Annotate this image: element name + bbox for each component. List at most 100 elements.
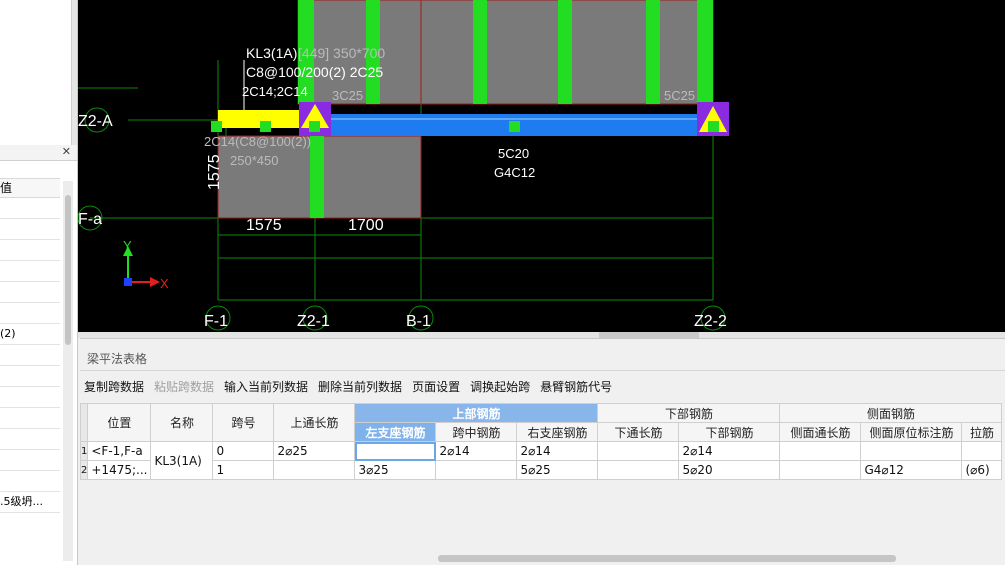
rebar-label-cantilever: 2C14(C8@100(2))	[204, 134, 311, 149]
table-toolbar: 复制跨数据 粘贴跨数据 输入当前列数据 删除当前列数据 页面设置 调换起始跨 悬臂钢筋代号	[80, 373, 622, 399]
col-header-bottom[interactable]: 下部钢筋	[678, 422, 781, 442]
col-header-bottom-through[interactable]: 下通长筋	[597, 422, 680, 442]
rebar-label-right-top: 5C25	[664, 88, 695, 103]
ucs-y-label: Y	[123, 238, 132, 253]
cell-bottom[interactable]: 2⌀14	[678, 441, 781, 461]
property-row[interactable]	[0, 429, 60, 450]
ucs-x-label: X	[160, 276, 169, 291]
col-header-side-through[interactable]: 侧面通长筋	[779, 422, 862, 442]
scroll-thumb[interactable]	[65, 195, 71, 345]
property-row[interactable]	[0, 261, 60, 282]
axis-label-z22: Z2-2	[694, 313, 727, 330]
panel-divider[interactable]	[71, 0, 77, 145]
grip-point[interactable]	[708, 121, 719, 132]
toolbar-button-0[interactable]: 复制跨数据	[84, 378, 144, 395]
grip-point[interactable]	[260, 121, 271, 132]
property-row[interactable]	[0, 387, 60, 408]
beam-table-panel: 梁平法表格 复制跨数据 粘贴跨数据 输入当前列数据 删除当前列数据 页面设置 调换起始跨悬…	[79, 338, 1005, 565]
row-number[interactable]: 1	[79, 441, 89, 461]
dimension-text-vertical: 1575	[206, 154, 223, 190]
property-row[interactable]	[0, 219, 60, 240]
cell-side-orig[interactable]: G4⌀12	[860, 460, 963, 480]
toolbar-button-2[interactable]: 输入当前列数据	[224, 378, 308, 395]
col-header-side-orig[interactable]: 侧面原位标注筋	[860, 422, 963, 442]
cell-bottom[interactable]: 5⌀20	[678, 460, 781, 480]
col-header-tie[interactable]: 拉筋	[961, 422, 1003, 442]
property-row[interactable]: .5级坍...	[0, 492, 60, 513]
cell-position[interactable]: +1475;...	[87, 460, 152, 480]
property-row[interactable]	[0, 471, 60, 492]
grip-point[interactable]	[211, 121, 222, 132]
cell-bottom-through[interactable]	[597, 460, 680, 480]
cell-left-support[interactable]	[354, 441, 437, 461]
column-strip	[310, 136, 324, 218]
app-window: ✕ 值 (2) .5级坍... KL3(1A) [449] 350*700 C8…	[0, 0, 1005, 565]
cad-drawing-canvas[interactable]: KL3(1A) [449] 350*700 C8@100/200(2) 2C25…	[78, 0, 1005, 332]
beam-label-stirrup: C8@100/200(2) 2C25	[246, 64, 383, 80]
beam-label-name: KL3(1A)	[246, 45, 297, 61]
property-row[interactable]	[0, 345, 60, 366]
cell-span[interactable]: 0	[212, 441, 275, 461]
axis-label-f1: F-1	[204, 313, 228, 330]
cell-position[interactable]: <F-1,F-a	[87, 441, 152, 461]
toolbar-button-1[interactable]: 粘贴跨数据	[154, 378, 214, 395]
cell-mid[interactable]	[435, 460, 518, 480]
toolbar-button-4[interactable]: 页面设置	[412, 378, 460, 395]
cell-right-support[interactable]: 2⌀14	[516, 441, 599, 461]
cell-mid[interactable]: 2⌀14	[435, 441, 518, 461]
table-row[interactable]: 2 +1475;... 1 3⌀25 5⌀25 5⌀20 G4⌀12 (⌀6)	[79, 460, 1003, 480]
column-strip	[473, 0, 487, 104]
property-value-column-header: 值	[0, 178, 60, 198]
row-number-header	[79, 403, 89, 442]
property-row[interactable]	[0, 282, 60, 303]
col-header-top-through[interactable]: 上通长筋	[273, 403, 356, 442]
group-header-bottom-rebar[interactable]: 下部钢筋	[597, 403, 781, 423]
property-panel-header: ✕	[0, 145, 77, 161]
toolbar-button-3[interactable]: 删除当前列数据	[318, 378, 402, 395]
property-row[interactable]: (2)	[0, 324, 60, 345]
rebar-label-bottom: 5C20	[498, 146, 529, 161]
row-number[interactable]: 2	[79, 460, 89, 480]
cell-span[interactable]: 1	[212, 460, 275, 480]
close-icon[interactable]: ✕	[62, 145, 71, 158]
table-horizontal-scrollbar[interactable]	[438, 555, 896, 562]
cell-top-through[interactable]: 2⌀25	[273, 441, 356, 461]
cell-right-support[interactable]: 5⌀25	[516, 460, 599, 480]
rebar-label-left-top: 3C25	[332, 88, 363, 103]
column-strip	[646, 0, 660, 104]
cell-bottom-through[interactable]	[597, 441, 680, 461]
property-row[interactable]	[0, 366, 60, 387]
cell-tie[interactable]	[961, 441, 1003, 461]
property-row[interactable]	[0, 408, 60, 429]
table-row[interactable]: 1 <F-1,F-a KL3(1A) 0 2⌀25 2⌀14 2⌀14 2⌀14	[79, 441, 1003, 480]
col-header-position[interactable]: 位置	[87, 403, 152, 442]
col-header-span[interactable]: 跨号	[212, 403, 275, 442]
cell-side-through[interactable]	[779, 460, 862, 480]
cell-top-through[interactable]	[273, 460, 356, 480]
toolbar-button-6[interactable]: 悬臂钢筋代号	[540, 378, 612, 395]
property-row[interactable]	[0, 450, 60, 471]
rebar-label-side-bottom: G4C12	[494, 165, 535, 180]
property-row[interactable]	[0, 303, 60, 324]
cell-name[interactable]: KL3(1A)	[150, 441, 214, 480]
group-header-top-rebar[interactable]: 上部钢筋	[354, 403, 599, 423]
beam-label-size: [449] 350*700	[298, 45, 385, 61]
cell-tie[interactable]: (⌀6)	[961, 460, 1003, 480]
property-row[interactable]	[0, 240, 60, 261]
col-header-name[interactable]: 名称	[150, 403, 214, 442]
cell-left-support[interactable]: 3⌀25	[354, 460, 437, 480]
property-scrollbar[interactable]	[63, 181, 73, 561]
col-header-right-support[interactable]: 右支座钢筋	[516, 422, 599, 442]
cell-side-through[interactable]	[779, 441, 862, 461]
property-panel: ✕ 值 (2) .5级坍...	[0, 145, 78, 565]
cell-side-orig[interactable]	[860, 441, 963, 461]
group-header-side-rebar[interactable]: 侧面钢筋	[779, 403, 1003, 423]
left-tool-panel	[0, 0, 78, 145]
grip-point[interactable]	[509, 121, 520, 132]
grip-point[interactable]	[309, 121, 320, 132]
col-header-left-support[interactable]: 左支座钢筋	[354, 422, 437, 442]
toolbar-button-5[interactable]: 调换起始跨	[470, 378, 530, 395]
col-header-mid[interactable]: 跨中钢筋	[435, 422, 518, 442]
cad-svg: KL3(1A) [449] 350*700 C8@100/200(2) 2C25…	[78, 0, 729, 331]
property-row[interactable]	[0, 198, 60, 219]
